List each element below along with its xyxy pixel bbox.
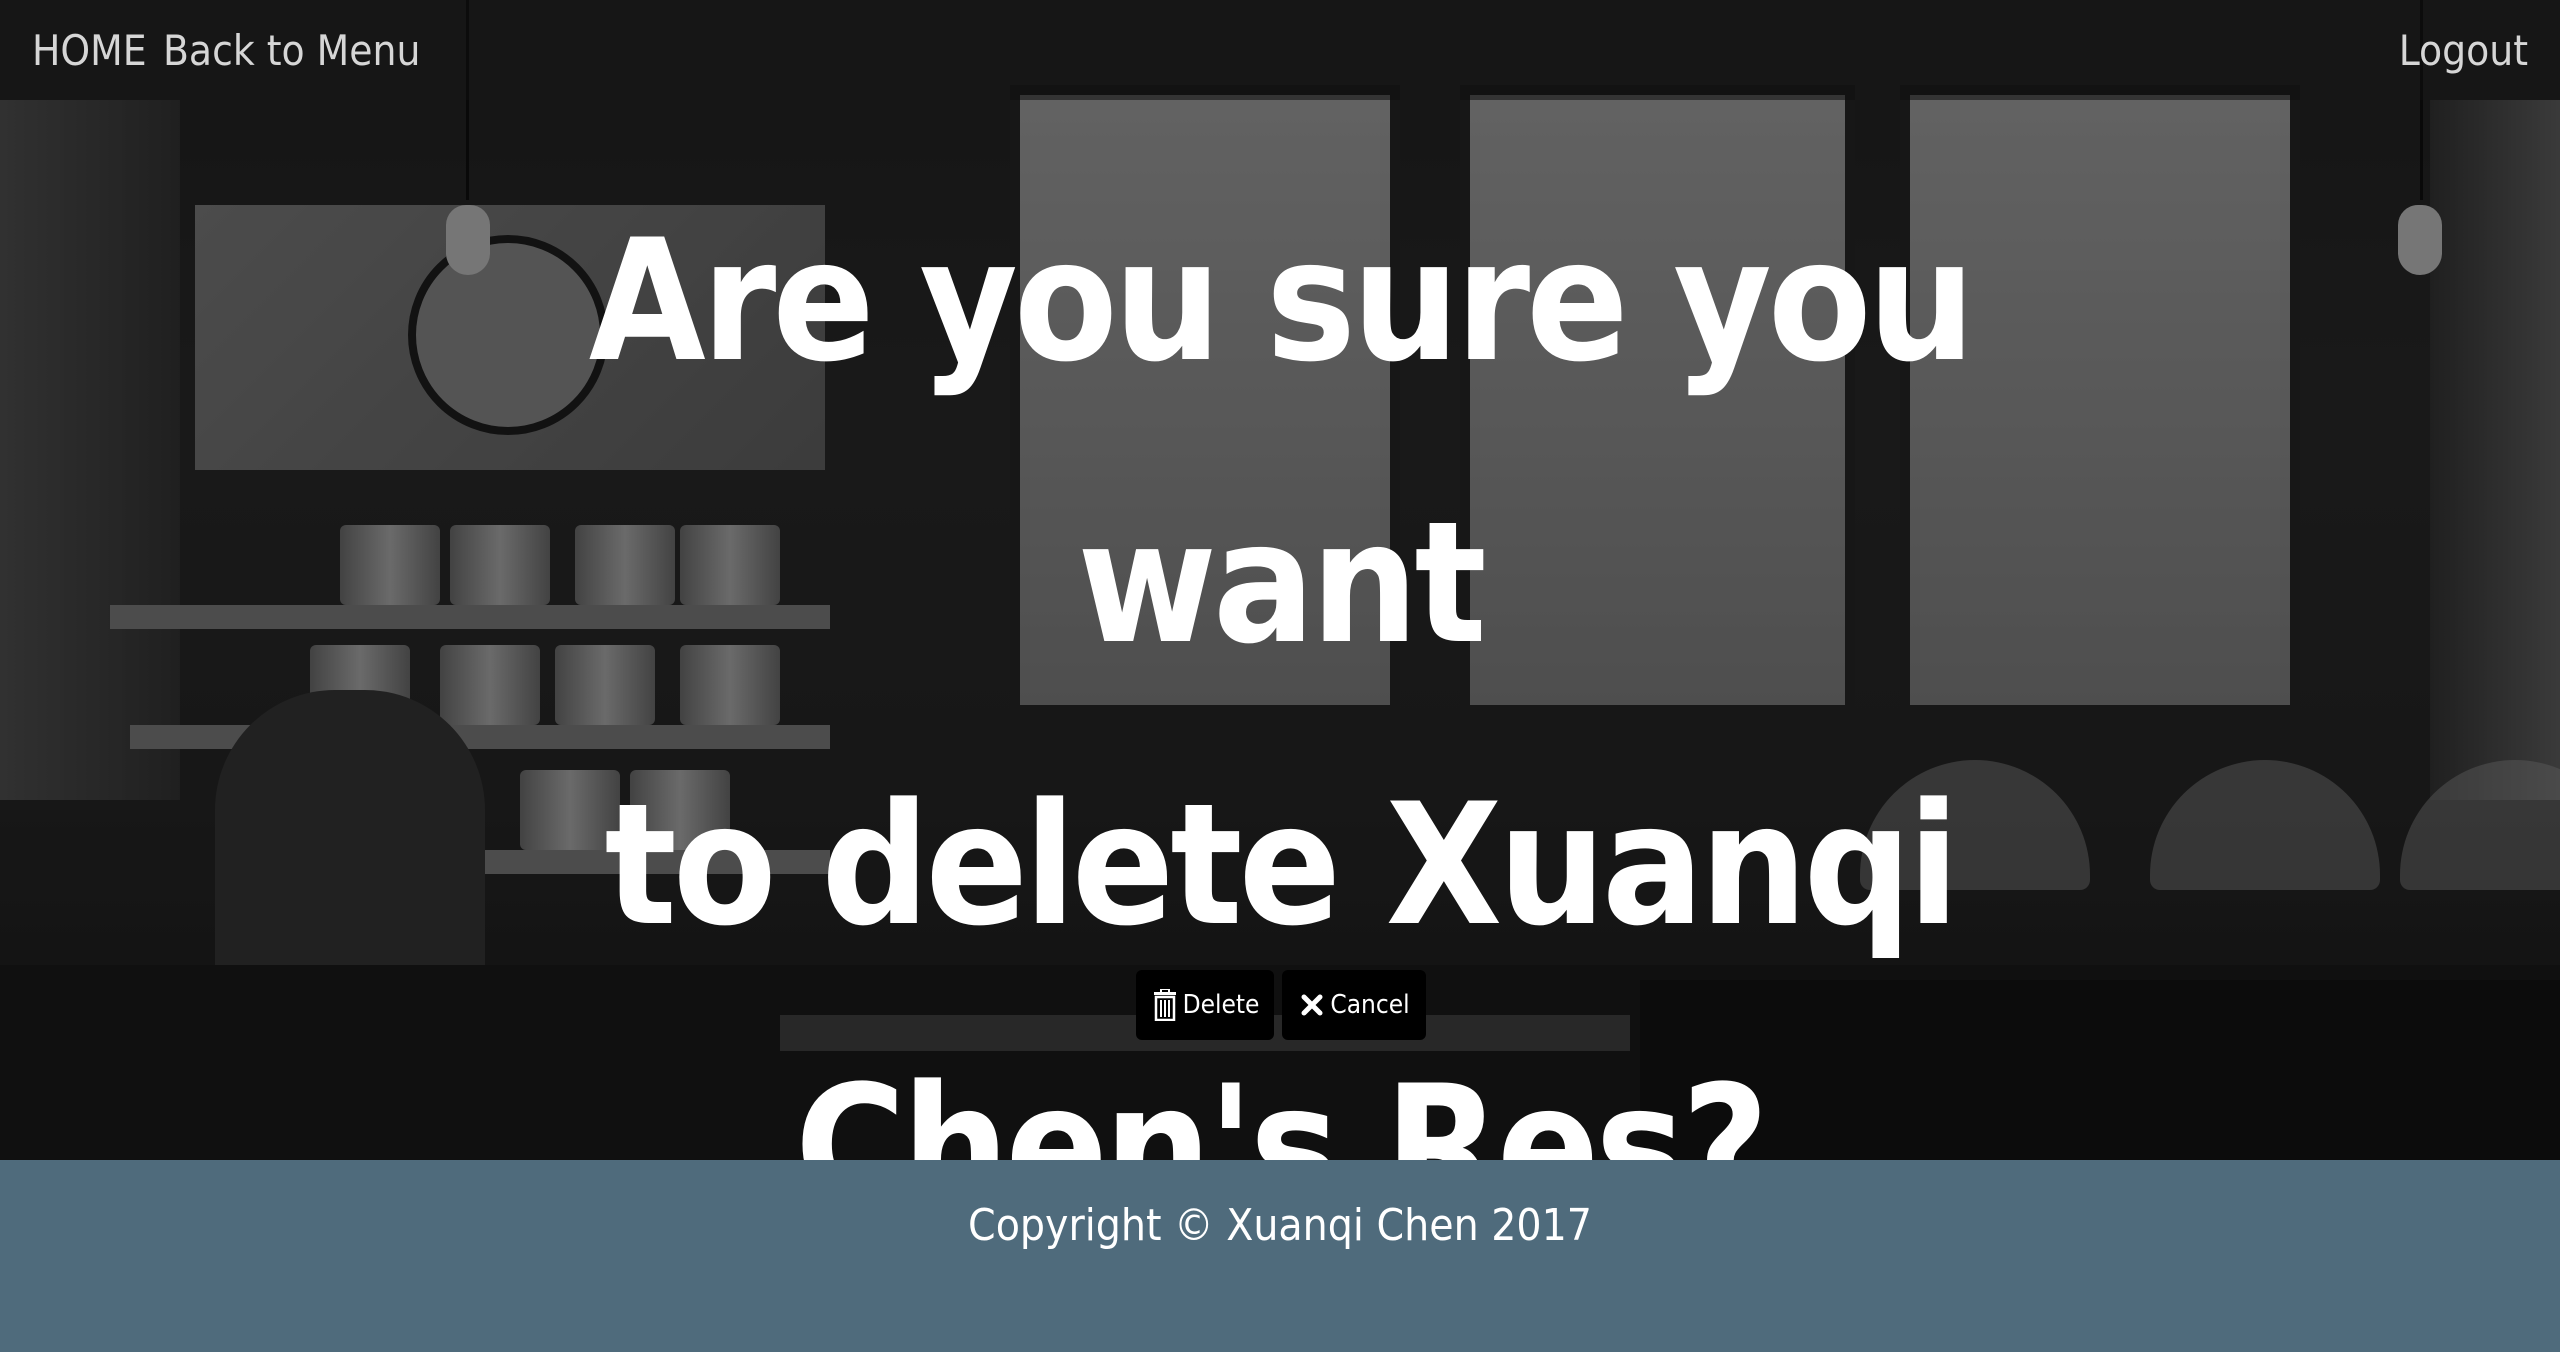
close-icon <box>1298 988 1326 1022</box>
nav-logout-link[interactable]: Logout <box>2399 26 2528 75</box>
delete-confirmation-heading: Are you sure you want to delete Xuanqi C… <box>480 160 2080 1288</box>
cancel-button-label: Cancel <box>1330 990 1410 1020</box>
confirmation-actions: Delete Cancel <box>1136 970 1426 1040</box>
nav-back-to-menu-link[interactable]: Back to Menu <box>163 26 420 75</box>
trash-icon <box>1151 988 1179 1022</box>
page-footer: Copyright © Xuanqi Chen 2017 <box>0 1160 2560 1352</box>
cancel-button[interactable]: Cancel <box>1282 970 1426 1040</box>
delete-button[interactable]: Delete <box>1136 970 1274 1040</box>
confirmation-line: Are you sure you want <box>588 203 1976 681</box>
delete-button-label: Delete <box>1182 990 1260 1020</box>
footer-copyright: Copyright © Xuanqi Chen 2017 <box>968 1200 1592 1251</box>
nav-home-link[interactable]: HOME <box>32 26 147 75</box>
top-navbar: HOME Back to Menu Logout <box>0 0 2560 100</box>
confirmation-line: to delete Xuanqi <box>604 767 1960 963</box>
